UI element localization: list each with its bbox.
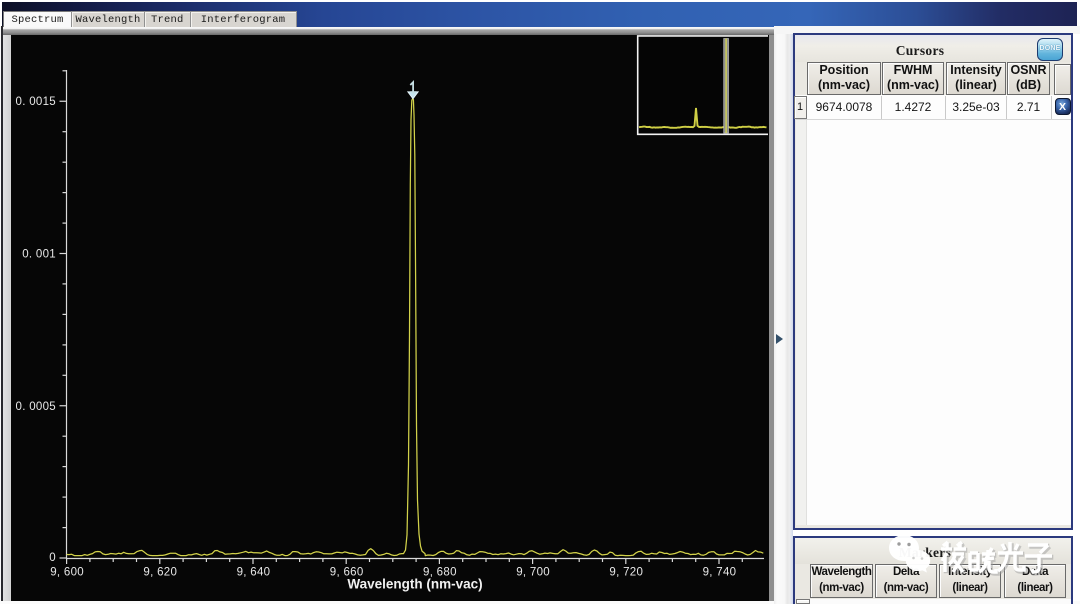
svg-text:0. 0015: 0. 0015 <box>16 96 56 108</box>
svg-text:0: 0 <box>49 552 56 564</box>
svg-text:9, 640: 9, 640 <box>237 567 271 579</box>
svg-text:0. 001: 0. 001 <box>22 249 56 261</box>
svg-text:9, 620: 9, 620 <box>143 567 177 579</box>
svg-text:0. 0005: 0. 0005 <box>16 401 56 413</box>
svg-text:9, 740: 9, 740 <box>703 567 737 579</box>
svg-text:Wavelength (nm-vac): Wavelength (nm-vac) <box>347 577 482 592</box>
svg-text:9, 700: 9, 700 <box>516 567 550 579</box>
svg-text:9, 600: 9, 600 <box>50 567 84 579</box>
svg-text:9, 720: 9, 720 <box>609 567 643 579</box>
